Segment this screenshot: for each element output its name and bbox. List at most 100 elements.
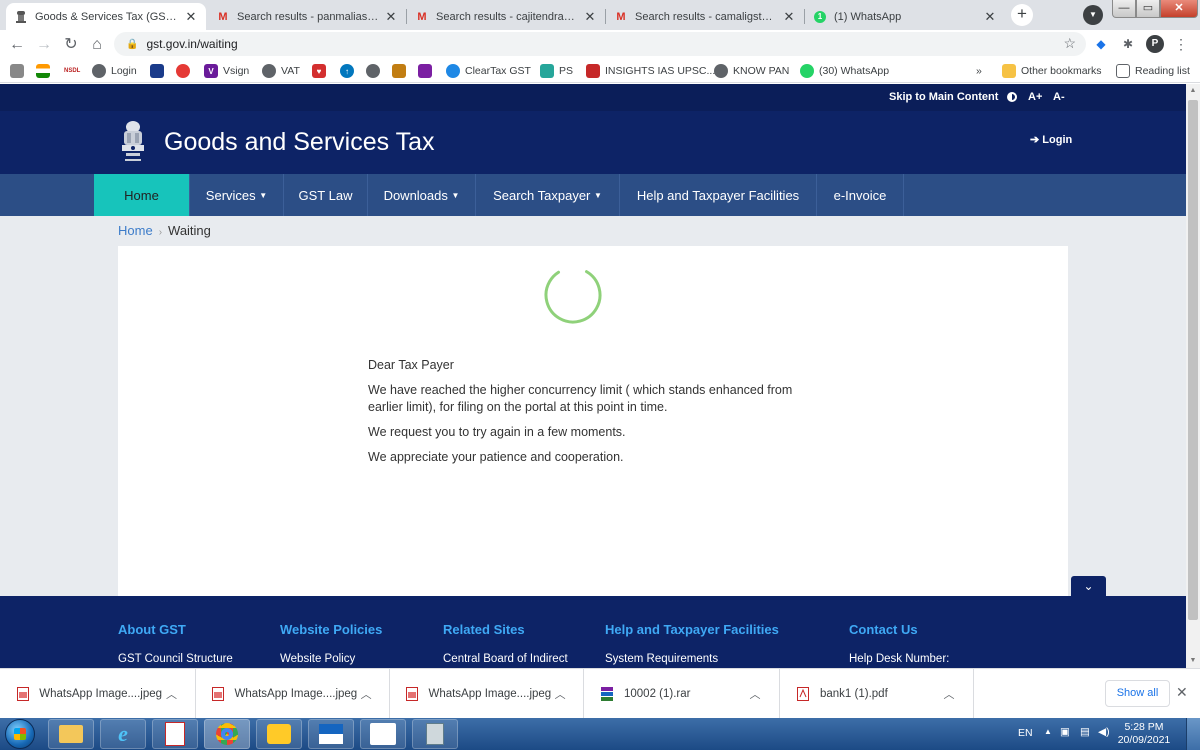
calculator-icon[interactable] [412,719,458,749]
window-close-button[interactable]: ✕ [1160,0,1198,18]
bookmark-flag[interactable] [36,62,55,80]
file-explorer-icon[interactable] [48,719,94,749]
gen-software-icon[interactable] [360,719,406,749]
close-tab-icon[interactable]: ✕ [384,9,398,25]
bookmark-emblem[interactable] [10,62,29,80]
chevron-up-icon[interactable]: ︿ [357,686,375,702]
home-icon[interactable]: ⌂ [86,34,108,56]
system-clock[interactable]: 5:28 PM 20/09/2021 [1112,721,1176,747]
nav-home[interactable]: Home [94,174,190,216]
puzzle-icon[interactable]: ✱ [1119,35,1137,53]
bookmark-bank[interactable] [150,62,169,80]
start-button[interactable] [5,719,35,749]
font-decrease-button[interactable]: A- [1053,91,1065,103]
tally-erp-icon[interactable] [152,719,198,749]
menu-kebab-icon[interactable]: ⋮ [1172,35,1190,53]
back-icon[interactable]: ← [6,34,28,56]
footer-col-policies: Website Policies Website Policy [280,622,382,665]
skip-to-content-link[interactable]: Skip to Main Content [889,91,998,103]
nav-gst-law[interactable]: GST Law [284,174,368,216]
download-item[interactable]: WhatsApp Image....jpeg ︿ [196,669,390,719]
nav-e-invoice[interactable]: e-Invoice [817,174,904,216]
chrome-icon[interactable] [204,719,250,749]
close-tab-icon[interactable]: ✕ [583,9,597,25]
download-item[interactable]: 10002 (1).rar ︿ [584,669,780,719]
show-all-downloads-button[interactable]: Show all [1105,680,1170,707]
close-tab-icon[interactable]: ✕ [782,9,796,25]
download-item[interactable]: WhatsApp Image....jpeg ︿ [0,669,196,719]
window-minimize-button[interactable]: — [1112,0,1136,18]
close-tab-icon[interactable]: ✕ [983,9,997,25]
chevron-up-icon[interactable]: ︿ [745,686,765,702]
bookmark-shield[interactable] [392,62,411,80]
site-title[interactable]: Goods and Services Tax [164,128,435,157]
nav-services[interactable]: Services ▼ [190,174,284,216]
chevron-up-icon[interactable]: ︿ [939,686,959,702]
bookmark-knowpan[interactable]: KNOW PAN [714,62,789,80]
nav-downloads[interactable]: Downloads ▼ [368,174,476,216]
footer-link[interactable]: Central Board of Indirect [443,653,568,665]
scroll-down-icon[interactable]: ▼ [1186,654,1200,668]
language-indicator[interactable]: EN [1018,727,1033,739]
new-tab-button[interactable]: + [1011,4,1033,26]
browser-tab-gst[interactable]: Goods & Services Tax (GST) | We ✕ [6,3,206,30]
tray-expand-icon[interactable]: ▲ [1044,727,1052,736]
avatar[interactable]: P [1146,35,1164,53]
footer-link[interactable]: Website Policy [280,653,382,665]
footer-link[interactable]: GST Council Structure [118,653,233,665]
download-item[interactable]: bank1 (1).pdf ︿ [780,669,974,719]
other-bookmarks[interactable]: Other bookmarks [1002,62,1102,80]
bookmark-globe[interactable] [366,62,385,80]
emblem-icon [14,10,28,24]
gst-offline-tool-icon[interactable] [256,719,302,749]
bookmark-wifi[interactable] [176,62,195,80]
volume-icon[interactable]: ◀) [1098,726,1110,738]
bookmark-chart[interactable] [418,62,437,80]
show-desktop-button[interactable] [1186,718,1200,750]
browser-tab-gmail-3[interactable]: M Search results - camaligst@gmai ✕ [606,3,804,30]
contrast-toggle-icon[interactable] [1007,92,1017,102]
reload-icon[interactable]: ↻ [60,34,82,56]
taskbar-app-icon[interactable] [308,719,354,749]
close-icon[interactable]: ✕ [1176,684,1188,701]
bookmark-heart[interactable]: ♥ [312,62,331,80]
bookmark-vsign[interactable]: V Vsign [204,62,249,80]
page-scrollbar[interactable]: ▲ ▼ [1186,84,1200,668]
nav-help-taxpayer-facilities[interactable]: Help and Taxpayer Facilities [620,174,817,216]
download-item[interactable]: WhatsApp Image....jpeg ︿ [390,669,584,719]
window-maximize-button[interactable]: ▭ [1136,0,1160,18]
extension-icon[interactable]: ◆ [1092,35,1110,53]
bookmark-ps[interactable]: PS [540,62,573,80]
chevron-up-icon[interactable]: ︿ [162,686,181,702]
close-tab-icon[interactable]: ✕ [184,9,198,25]
browser-tab-whatsapp[interactable]: 1 (1) WhatsApp ✕ [805,3,1005,30]
bookmark-star-icon[interactable]: ☆ [1063,35,1076,52]
browser-tab-gmail-2[interactable]: M Search results - cajitendramali@g ✕ [407,3,605,30]
network-icon[interactable]: ▤ [1080,726,1090,738]
chevron-down-icon[interactable]: ⌄ [1071,576,1106,596]
font-increase-button[interactable]: A+ [1028,91,1042,103]
tray-app-icon[interactable]: ▣ [1060,726,1070,738]
chevron-up-icon[interactable]: ︿ [551,686,569,702]
reading-list[interactable]: Reading list [1116,62,1190,80]
bookmark-insights[interactable]: INSIGHTS IAS UPSC... [586,62,715,80]
tab-search-icon[interactable]: ▼ [1083,5,1103,25]
login-link[interactable]: ➔ Login [1030,133,1072,146]
more-bookmarks-button[interactable]: » [976,62,982,80]
scrollbar-thumb[interactable] [1188,100,1198,620]
forward-icon[interactable]: → [33,34,55,56]
bookmark-vat[interactable]: VAT [262,62,300,80]
bookmark-login[interactable]: Login [92,62,137,80]
scroll-up-icon[interactable]: ▲ [1186,84,1200,98]
bookmark-cleartax[interactable]: ClearTax GST [446,62,531,80]
breadcrumb-home[interactable]: Home [118,223,153,238]
bookmark-arrow[interactable]: ↑ [340,62,359,80]
nav-search-taxpayer[interactable]: Search Taxpayer ▼ [476,174,620,216]
address-bar[interactable]: 🔒 gst.gov.in/waiting ☆ [114,32,1086,56]
bookmark-whatsapp[interactable]: (30) WhatsApp [800,62,889,80]
bookmark-nsdl[interactable]: NSDL [64,62,80,80]
browser-tab-gmail-1[interactable]: M Search results - panmaliassociate ✕ [208,3,406,30]
bookmark-label: INSIGHTS IAS UPSC... [605,65,716,77]
internet-explorer-icon[interactable]: e [100,719,146,749]
footer-link[interactable]: System Requirements [605,653,779,665]
